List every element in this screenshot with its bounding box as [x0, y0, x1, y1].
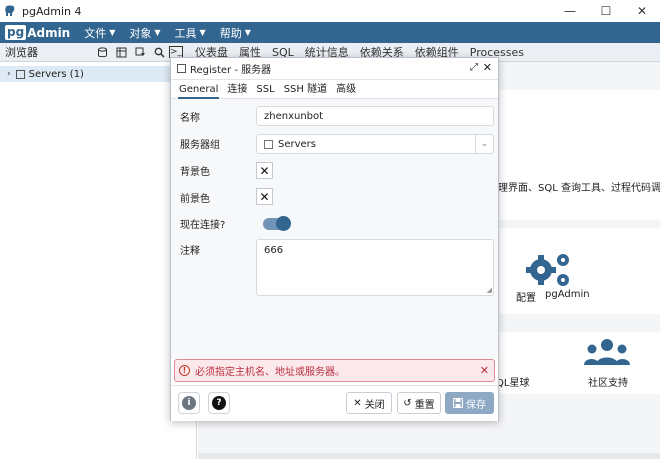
- close-icon[interactable]: ✕: [483, 61, 492, 74]
- tab-general[interactable]: General: [178, 80, 220, 99]
- window-controls: — ☐ ✕: [552, 0, 660, 22]
- reset-icon: ↺: [403, 397, 412, 409]
- chevron-down-icon: ▼: [154, 28, 161, 37]
- menu-file[interactable]: 文件 ▼: [84, 25, 115, 41]
- close-icon: ✕: [353, 397, 362, 409]
- register-server-dialog: Register - 服务器 ⤢ ✕ General 连接 SSL SSH 隧道…: [170, 57, 499, 421]
- menu-object-label: 对象: [129, 26, 152, 40]
- save-button-label: 保存: [466, 399, 486, 411]
- expand-icon[interactable]: ⤢: [470, 62, 478, 73]
- maximize-button[interactable]: ☐: [588, 0, 624, 22]
- error-message-bar: ! 必须指定主机名、地址或服务器。 ✕: [174, 359, 495, 382]
- chevron-down-icon: ▼: [109, 28, 116, 37]
- menu-tools[interactable]: 工具 ▼: [175, 25, 206, 41]
- connect-now-toggle[interactable]: [263, 216, 291, 231]
- tree-item-servers-label: Servers (1): [28, 68, 84, 80]
- dialog-title: Register - 服务器: [190, 65, 272, 76]
- tab-advanced[interactable]: 高级: [335, 80, 357, 99]
- server-group-icon: [15, 69, 25, 79]
- menu-object[interactable]: 对象 ▼: [129, 25, 160, 41]
- database-icon[interactable]: [93, 44, 111, 60]
- background-color-label: 背景色: [180, 167, 210, 178]
- help-icon: ?: [212, 396, 226, 410]
- config-link-label[interactable]: 配置: [516, 289, 536, 304]
- server-group-icon: [264, 139, 273, 149]
- object-browser-tree: › Servers (1): [0, 62, 197, 459]
- info-icon: i: [182, 396, 196, 410]
- minimize-button[interactable]: —: [552, 0, 588, 22]
- chevron-down-icon: ▼: [199, 28, 206, 37]
- chevron-right-icon[interactable]: ›: [7, 69, 11, 79]
- name-field[interactable]: zhenxunbot: [256, 106, 494, 126]
- resize-grip-icon[interactable]: ◢: [487, 286, 492, 294]
- server-group-label: 服务器组: [180, 140, 220, 151]
- logo-admin: Admin: [27, 25, 71, 40]
- menu-file-label: 文件: [84, 26, 107, 40]
- info-button[interactable]: i: [178, 392, 200, 414]
- welcome-description: 理界面、SQL 查询工具、过程代码调试: [498, 183, 660, 194]
- logo-pg: pg: [5, 25, 27, 40]
- close-window-button[interactable]: ✕: [624, 0, 660, 22]
- gears-icon: [526, 254, 569, 286]
- help-button[interactable]: ?: [208, 392, 230, 414]
- planet-postgresql-label[interactable]: QL星球: [496, 374, 529, 389]
- tab-connection[interactable]: 连接: [226, 80, 248, 99]
- name-label: 名称: [180, 113, 200, 124]
- close-button[interactable]: ✕ 关闭: [346, 392, 392, 414]
- reset-button-label: 重置: [414, 399, 435, 411]
- menu-help-label: 帮助: [219, 26, 242, 40]
- server-icon: [177, 64, 186, 73]
- close-button-label: 关闭: [364, 399, 385, 411]
- save-icon: [453, 398, 463, 408]
- tab-ssh-tunnel[interactable]: SSH 隧道: [283, 80, 328, 99]
- window-title: pgAdmin 4: [22, 4, 82, 18]
- community-support-label[interactable]: 社区支持: [588, 374, 628, 389]
- table-icon[interactable]: [112, 44, 130, 60]
- dialog-footer: i ? ✕ 关闭 ↺ 重置 保存: [171, 385, 498, 421]
- window-titlebar: pgAdmin 4 — ☐ ✕: [0, 0, 660, 22]
- background-color-picker[interactable]: ✕: [256, 162, 273, 179]
- reset-button[interactable]: ↺ 重置: [397, 392, 441, 414]
- foreground-color-picker[interactable]: ✕: [256, 188, 273, 205]
- dialog-header[interactable]: Register - 服务器 ⤢ ✕: [171, 58, 498, 80]
- comment-textarea[interactable]: 666 ◢: [256, 239, 494, 296]
- menu-tools-label: 工具: [174, 26, 197, 40]
- save-button[interactable]: 保存: [445, 392, 494, 414]
- chevron-down-icon: ▼: [244, 28, 251, 37]
- dialog-body: 名称 zhenxunbot 服务器组 Servers ⌄ 背景色 ✕ 前景色 ✕…: [171, 99, 498, 359]
- menu-bar: pg Admin 文件 ▼ 对象 ▼ 工具 ▼ 帮助 ▼: [0, 22, 660, 43]
- clear-color-icon: ✕: [259, 189, 270, 204]
- filter-table-icon[interactable]: [131, 44, 149, 60]
- pgadmin-elephant-icon: [5, 5, 15, 16]
- server-group-value: Servers: [278, 138, 317, 150]
- community-users-icon: [584, 339, 630, 365]
- tab-ssl[interactable]: SSL: [255, 80, 275, 99]
- error-message-text: 必须指定主机名、地址或服务器。: [195, 367, 345, 378]
- error-icon: !: [179, 365, 190, 376]
- comment-value: 666: [264, 245, 284, 256]
- clear-color-icon: ✕: [259, 163, 270, 178]
- pgadmin-logo: pg Admin: [5, 24, 70, 41]
- toggle-knob: [276, 216, 291, 231]
- foreground-color-label: 前景色: [180, 194, 210, 205]
- menu-help[interactable]: 帮助 ▼: [220, 25, 251, 41]
- chevron-down-icon[interactable]: ⌄: [475, 135, 493, 153]
- search-icon[interactable]: [150, 44, 168, 60]
- config-pgadmin-label[interactable]: pgAdmin: [545, 289, 590, 300]
- comment-label: 注释: [180, 246, 200, 257]
- tree-item-servers[interactable]: › Servers (1): [0, 66, 197, 82]
- connect-now-label: 现在连接?: [180, 220, 226, 231]
- browser-panel-label: 浏览器: [5, 46, 38, 59]
- pane-bottom-strip: [198, 453, 660, 459]
- error-close-icon[interactable]: ✕: [480, 364, 489, 377]
- dialog-tabs: General 连接 SSL SSH 隧道 高级: [171, 80, 498, 99]
- server-group-select[interactable]: Servers ⌄: [256, 134, 494, 154]
